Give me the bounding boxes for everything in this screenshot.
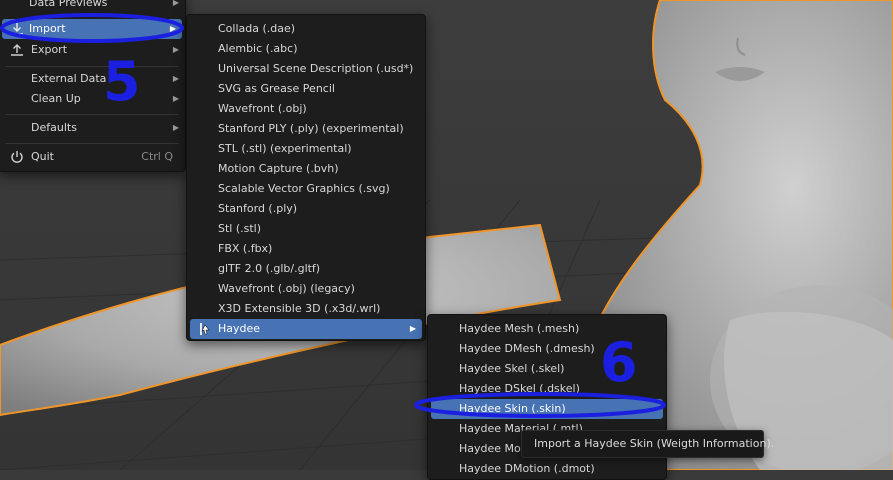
tooltip: Import a Haydee Skin (Weigth Information…	[521, 430, 774, 458]
menu-item-label: Alembic (.abc)	[218, 42, 298, 55]
menu-item-label: Haydee DSkel (.dskel)	[459, 382, 580, 395]
menu-item-export[interactable]: Export ▶	[0, 40, 185, 60]
import-item-svg-grease-pencil[interactable]: SVG as Grease Pencil	[187, 79, 425, 99]
menu-item-label: X3D Extensible 3D (.x3d/.wrl)	[218, 302, 381, 315]
import-item-fbx[interactable]: FBX (.fbx)	[187, 239, 425, 259]
menu-item-label: Clean Up	[31, 92, 81, 105]
menu-item-label: Wavefront (.obj)	[218, 102, 307, 115]
import-item-x3d[interactable]: X3D Extensible 3D (.x3d/.wrl)	[187, 299, 425, 319]
menu-item-defaults[interactable]: Defaults ▶	[0, 118, 185, 138]
menu-item-label: Universal Scene Description (.usd*)	[218, 62, 414, 75]
menu-item-clean-up[interactable]: Clean Up ▶	[0, 89, 185, 109]
menu-item-label: glTF 2.0 (.glb/.gltf)	[218, 262, 321, 275]
submenu-arrow-icon: ▶	[172, 74, 179, 83]
import-item-stanford-ply-exp[interactable]: Stanford PLY (.ply) (experimental)	[187, 119, 425, 139]
menu-item-import[interactable]: Import ▶	[2, 19, 182, 39]
menu-item-label: Collada (.dae)	[218, 22, 296, 35]
menu-item-label: Defaults	[31, 121, 77, 134]
power-icon	[11, 151, 23, 163]
menu-item-label: Wavefront (.obj) (legacy)	[218, 282, 355, 295]
export-icon	[11, 44, 23, 56]
submenu-arrow-icon: ▶	[172, 94, 179, 103]
menu-item-label: Quit	[31, 150, 54, 163]
import-item-stl[interactable]: Stl (.stl)	[187, 219, 425, 239]
import-item-stl-exp[interactable]: STL (.stl) (experimental)	[187, 139, 425, 159]
submenu-arrow-icon: ▶	[172, 45, 179, 54]
menu-separator	[5, 66, 179, 67]
menu-item-label: Data Previews	[29, 0, 108, 9]
haydee-item-skin[interactable]: Haydee Skin (.skin)	[431, 399, 663, 419]
menu-item-label: Haydee Skin (.skin)	[459, 402, 566, 415]
import-item-bvh[interactable]: Motion Capture (.bvh)	[187, 159, 425, 179]
menu-item-label: SVG as Grease Pencil	[218, 82, 335, 95]
import-item-wavefront-legacy[interactable]: Wavefront (.obj) (legacy)	[187, 279, 425, 299]
menu-item-label: Haydee Skel (.skel)	[459, 362, 565, 375]
menu-item-label: FBX (.fbx)	[218, 242, 273, 255]
import-item-alembic[interactable]: Alembic (.abc)	[187, 39, 425, 59]
menu-item-label: Haydee DMesh (.dmesh)	[459, 342, 595, 355]
submenu-arrow-icon: ▶	[172, 123, 179, 132]
annotation-step-6: 6	[600, 331, 638, 394]
file-menu: Data Previews ▶ Import ▶ Export ▶ Extern…	[0, 0, 186, 172]
menu-item-label: Stl (.stl)	[218, 222, 262, 235]
import-icon	[11, 23, 23, 35]
menu-item-label: Motion Capture (.bvh)	[218, 162, 339, 175]
menu-separator	[5, 143, 179, 144]
menu-item-external-data[interactable]: External Data ▶	[0, 69, 185, 89]
import-item-stanford-ply[interactable]: Stanford (.ply)	[187, 199, 425, 219]
import-item-usd[interactable]: Universal Scene Description (.usd*)	[187, 59, 425, 79]
import-item-svg[interactable]: Scalable Vector Graphics (.svg)	[187, 179, 425, 199]
import-item-gltf[interactable]: glTF 2.0 (.glb/.gltf)	[187, 259, 425, 279]
menu-item-label: STL (.stl) (experimental)	[218, 142, 352, 155]
menu-item-label: Export	[31, 43, 68, 56]
menu-item-label: Haydee DMotion (.dmot)	[459, 462, 595, 475]
menu-item-data-previews[interactable]: Data Previews ▶	[0, 0, 185, 13]
shortcut-label: Ctrl Q	[141, 150, 173, 163]
import-item-collada[interactable]: Collada (.dae)	[187, 19, 425, 39]
menu-separator	[5, 114, 179, 115]
haydee-icon	[200, 323, 210, 335]
haydee-item-dmotion[interactable]: Haydee DMotion (.dmot)	[428, 459, 666, 479]
import-item-wavefront[interactable]: Wavefront (.obj)	[187, 99, 425, 119]
menu-item-label: Stanford PLY (.ply) (experimental)	[218, 122, 404, 135]
menu-item-label: Haydee Mesh (.mesh)	[459, 322, 580, 335]
menu-item-label: External Data	[31, 72, 107, 85]
menu-item-label: Scalable Vector Graphics (.svg)	[218, 182, 390, 195]
import-item-haydee[interactable]: Haydee ▶	[190, 319, 422, 339]
import-submenu: Collada (.dae) Alembic (.abc) Universal …	[186, 14, 426, 341]
tooltip-text: Import a Haydee Skin (Weigth Information…	[534, 437, 775, 450]
menu-item-label: Import	[29, 22, 66, 35]
submenu-arrow-icon: ▶	[172, 0, 179, 7]
annotation-step-5: 5	[103, 50, 141, 113]
menu-item-quit[interactable]: Quit Ctrl Q	[0, 147, 185, 167]
submenu-arrow-icon: ▶	[409, 324, 416, 333]
menu-item-label: Stanford (.ply)	[218, 202, 298, 215]
submenu-arrow-icon: ▶	[169, 24, 176, 33]
menu-item-label: Haydee	[218, 322, 261, 335]
